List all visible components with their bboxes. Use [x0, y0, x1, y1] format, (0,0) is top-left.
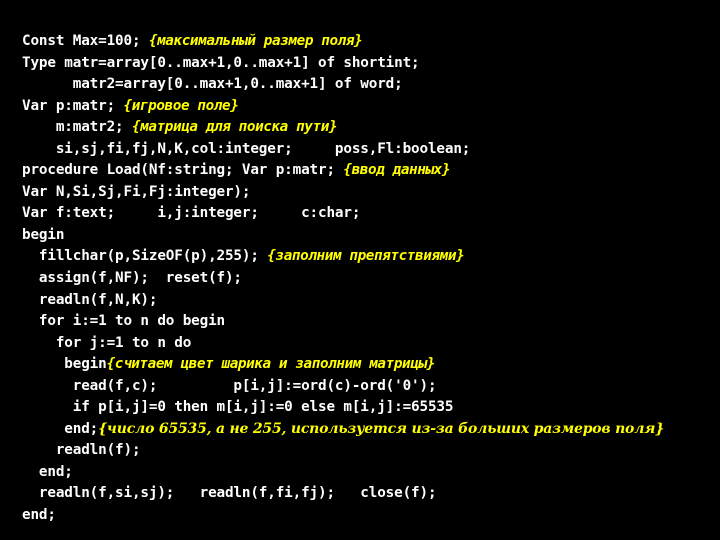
code-line: for j:=1 to n do	[22, 333, 712, 355]
code-token: begin	[22, 226, 65, 243]
code-line: if p[i,j]=0 then m[i,j]:=0 else m[i,j]:=…	[22, 397, 712, 419]
comment-token: {заполним препятствиями}	[267, 248, 465, 265]
code-line: procedure Load(Nf:string; Var p:matr; {в…	[22, 160, 712, 182]
comment-token: {ввод данных}	[343, 162, 451, 179]
code-token: Type matr=array[0..max+1,0..max+1] of sh…	[22, 54, 420, 71]
code-slide: Const Max=100; {максимальный размер поля…	[0, 0, 720, 540]
code-token: end;	[22, 463, 73, 480]
comment-token: {считаем цвет шарика и заполним матрицы}	[106, 356, 436, 373]
pascal-code-listing: Const Max=100; {максимальный размер поля…	[22, 31, 712, 527]
code-line: begin{считаем цвет шарика и заполним мат…	[22, 354, 712, 376]
code-token: assign(f,NF); reset(f);	[22, 270, 242, 287]
comment-token: {игровое поле}	[123, 97, 239, 114]
code-token: end;	[22, 420, 99, 437]
code-token: si,sj,fi,fj,N,K,col:integer; poss,Fl:boo…	[22, 140, 471, 157]
code-line: si,sj,fi,fj,N,K,col:integer; poss,Fl:boo…	[22, 139, 712, 161]
code-line: assign(f,NF); reset(f);	[22, 268, 712, 290]
code-token: readln(f,si,sj); readln(f,fi,fj); close(…	[22, 485, 437, 502]
comment-token: {число 65535, а не 255, используется из-…	[98, 420, 664, 437]
code-line: matr2=array[0..max+1,0..max+1] of word;	[22, 74, 712, 96]
code-line: readln(f);	[22, 440, 712, 462]
code-token: fillchar(p,SizeOF(p),255);	[22, 248, 268, 265]
comment-token: {матрица для поиска пути}	[131, 119, 338, 136]
code-token: if p[i,j]=0 then m[i,j]:=0 else m[i,j]:=…	[22, 399, 454, 416]
code-token: Var f:text; i,j:integer; c:char;	[22, 205, 361, 222]
code-token: for j:=1 to n do	[22, 334, 192, 351]
code-token: readln(f,N,K);	[22, 291, 158, 308]
code-line: read(f,c); p[i,j]:=ord(c)-ord('0');	[22, 376, 712, 398]
code-line: Var p:matr; {игровое поле}	[22, 96, 712, 118]
code-token: matr2=array[0..max+1,0..max+1] of word;	[22, 76, 403, 93]
code-line: Type matr=array[0..max+1,0..max+1] of sh…	[22, 53, 712, 75]
code-token: read(f,c); p[i,j]:=ord(c)-ord('0');	[22, 377, 437, 394]
code-line: end;{число 65535, а не 255, используется…	[22, 419, 712, 441]
code-line: for i:=1 to n do begin	[22, 311, 712, 333]
code-line: Var f:text; i,j:integer; c:char;	[22, 203, 712, 225]
code-line: begin	[22, 225, 712, 247]
code-line: Var N,Si,Sj,Fi,Fj:integer);	[22, 182, 712, 204]
code-token: Var p:matr;	[22, 97, 124, 114]
code-token: m:matr2;	[22, 119, 132, 136]
code-token: readln(f);	[22, 442, 141, 459]
code-line: Const Max=100; {максимальный размер поля…	[22, 31, 712, 53]
code-line: readln(f,si,sj); readln(f,fi,fj); close(…	[22, 483, 712, 505]
code-token: begin	[22, 356, 107, 373]
code-token: Const Max=100;	[22, 33, 149, 49]
code-line: fillchar(p,SizeOF(p),255); {заполним пре…	[22, 246, 712, 268]
code-token: procedure Load(Nf:string; Var p:matr;	[22, 162, 344, 179]
code-token: Var N,Si,Sj,Fi,Fj:integer);	[22, 183, 251, 200]
code-line: m:matr2; {матрица для поиска пути}	[22, 117, 712, 139]
code-token: for i:=1 to n do begin	[22, 313, 225, 330]
code-line: readln(f,N,K);	[22, 290, 712, 312]
code-line: end;	[22, 505, 712, 527]
comment-token: {максимальный размер поля}	[148, 33, 363, 49]
code-token: end;	[22, 507, 56, 524]
code-line: end;	[22, 462, 712, 484]
